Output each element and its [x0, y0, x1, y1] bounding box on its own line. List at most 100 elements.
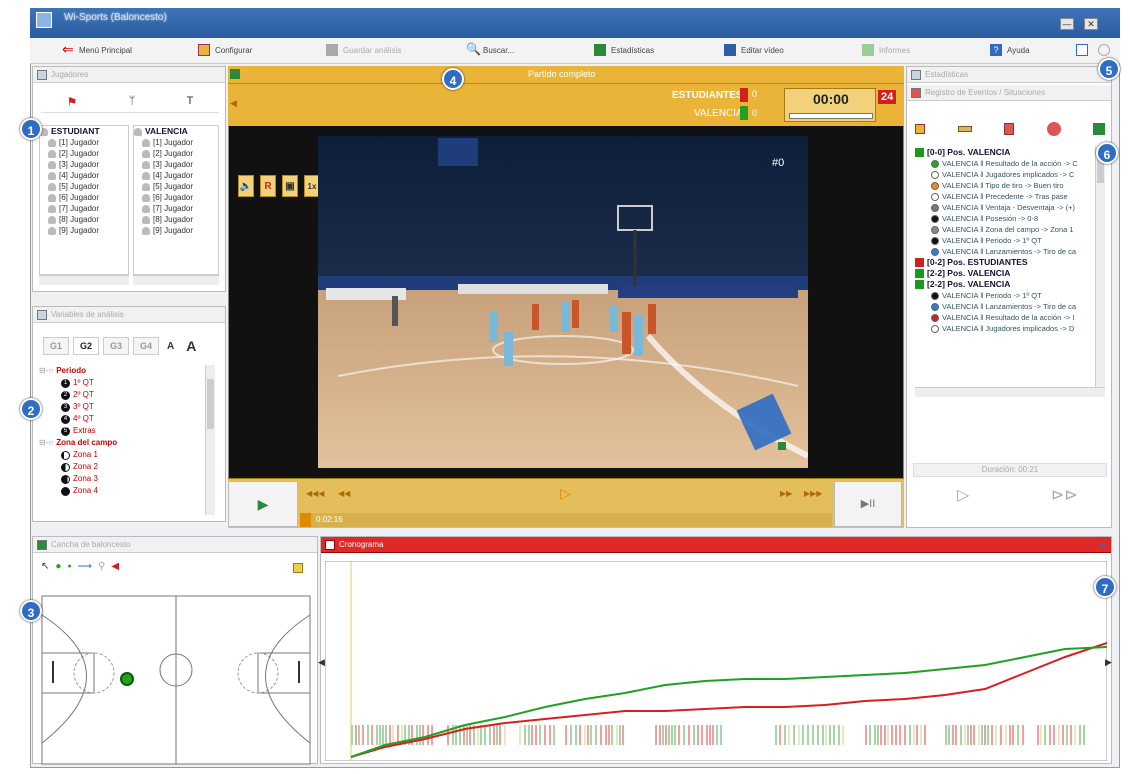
event-item[interactable]: VALENCIA ‖ Lanzamientos -> Tiro de ca: [915, 246, 1093, 257]
tree-icon[interactable]: ᛘ: [129, 95, 136, 112]
event-delete-icon[interactable]: [1004, 123, 1014, 135]
player-item[interactable]: [2] Jugador: [134, 148, 218, 159]
player-item[interactable]: [1] Jugador: [134, 137, 218, 148]
pointer-icon[interactable]: ↖: [41, 561, 49, 572]
event-group[interactable]: [0-0] Pos. VALENCIA: [915, 147, 1093, 158]
player-item[interactable]: [3] Jugador: [40, 159, 128, 170]
arrow-right-icon[interactable]: ⟶: [78, 561, 92, 572]
event-item[interactable]: VALENCIA ‖ Resultado de la acción -> C: [915, 158, 1093, 169]
menu-edit-video[interactable]: Editar vídeo: [724, 44, 784, 56]
event-item[interactable]: VALENCIA ‖ Jugadores implicados -> D: [915, 323, 1093, 334]
vertical-scrollbar[interactable]: [205, 365, 215, 515]
horizontal-scrollbar[interactable]: [915, 387, 1105, 397]
player-item[interactable]: [4] Jugador: [40, 170, 128, 181]
timeline-slider[interactable]: 0:02:16: [300, 513, 832, 527]
rewind-button[interactable]: ◀◀: [338, 489, 350, 498]
group-periodo[interactable]: ⊟-○ Periodo: [39, 365, 203, 377]
variable-item[interactable]: 3 3º QT: [39, 401, 203, 413]
team-name[interactable]: ESTUDIANT: [40, 126, 128, 137]
player-icon[interactable]: ⚲: [98, 561, 105, 572]
player-item[interactable]: [8] Jugador: [40, 214, 128, 225]
court-color-icon[interactable]: [293, 563, 303, 573]
event-item[interactable]: VALENCIA ‖ Ventaja - Desventaja -> (+): [915, 202, 1093, 213]
event-list-icon[interactable]: [957, 126, 972, 132]
green-small-dot-icon[interactable]: ●: [67, 563, 71, 570]
team-name[interactable]: VALENCIA: [134, 126, 218, 137]
play-marker-icon[interactable]: ▷: [560, 485, 571, 502]
video-frame[interactable]: #0: [318, 136, 808, 468]
player-item[interactable]: [5] Jugador: [40, 181, 128, 192]
variable-item[interactable]: 5 Extras: [39, 425, 203, 437]
power-icon[interactable]: [1098, 44, 1110, 56]
tab-g1[interactable]: G1: [43, 337, 69, 355]
player-item[interactable]: [6] Jugador: [134, 192, 218, 203]
event-filter-icon[interactable]: [915, 124, 925, 134]
font-small-button[interactable]: A: [167, 341, 174, 352]
tree-alt-icon[interactable]: T: [187, 95, 194, 112]
player-item[interactable]: [9] Jugador: [40, 225, 128, 236]
variable-item[interactable]: Zona 4: [39, 485, 203, 497]
group-zona[interactable]: ⊟-○ Zona del campo: [39, 437, 203, 449]
event-stop-icon[interactable]: [1046, 122, 1061, 136]
menu-config[interactable]: Configurar: [198, 44, 252, 56]
variable-item[interactable]: Zona 3: [39, 473, 203, 485]
rewind-fast-button[interactable]: ◀◀◀: [306, 489, 324, 498]
basketball-court[interactable]: [41, 595, 311, 765]
minimize-button[interactable]: —: [1060, 18, 1074, 30]
forward-button[interactable]: ▶▶: [780, 489, 792, 498]
collapse-icon[interactable]: ▼: [1098, 540, 1107, 550]
player-item[interactable]: [9] Jugador: [134, 225, 218, 236]
horizontal-scrollbar[interactable]: [39, 275, 129, 285]
variable-item[interactable]: Zona 1: [39, 449, 203, 461]
event-group[interactable]: [2-2] Pos. VALENCIA: [915, 279, 1093, 290]
flag-icon[interactable]: ⚑: [67, 95, 78, 112]
event-item[interactable]: VALENCIA ‖ Zona del campo -> Zona 1: [915, 224, 1093, 235]
event-export-icon[interactable]: [1093, 123, 1105, 135]
layout-icon[interactable]: [1076, 44, 1088, 56]
event-item[interactable]: VALENCIA ‖ Periodo -> 1º QT: [915, 235, 1093, 246]
event-play-icon[interactable]: ▷: [957, 485, 969, 505]
chronogram-chart[interactable]: [325, 561, 1107, 761]
player-item[interactable]: [5] Jugador: [134, 181, 218, 192]
vertical-scrollbar[interactable]: [1095, 147, 1105, 387]
play-button[interactable]: ▶: [228, 481, 298, 527]
record-button[interactable]: R: [260, 175, 276, 197]
tab-g2[interactable]: G2: [73, 337, 99, 355]
event-item[interactable]: VALENCIA ‖ Periodo -> 1º QT: [915, 290, 1093, 301]
variable-item[interactable]: Zona 2: [39, 461, 203, 473]
flag-icon[interactable]: ◀: [111, 561, 119, 572]
menu-search[interactable]: 🔍 Buscar...: [466, 43, 514, 56]
volume-icon[interactable]: 🔈: [238, 175, 254, 197]
chronogram-left-arrow[interactable]: ◀: [318, 657, 325, 668]
player-item[interactable]: [6] Jugador: [40, 192, 128, 203]
tab-g3[interactable]: G3: [103, 337, 129, 355]
variable-item[interactable]: 1 1º QT: [39, 377, 203, 389]
event-item[interactable]: VALENCIA ‖ Jugadores implicados -> C: [915, 169, 1093, 180]
font-large-button[interactable]: A: [186, 338, 196, 354]
forward-fast-button[interactable]: ▶▶▶: [804, 489, 822, 498]
event-item[interactable]: VALENCIA ‖ Posesión -> 0-8: [915, 213, 1093, 224]
variable-item[interactable]: 4 4º QT: [39, 413, 203, 425]
menu-save[interactable]: Guardar análisis: [326, 44, 401, 56]
close-button[interactable]: ✕: [1084, 18, 1098, 30]
player-item[interactable]: [1] Jugador: [40, 137, 128, 148]
capture-icon[interactable]: ▣: [282, 175, 298, 197]
green-dot-icon[interactable]: ●: [55, 561, 61, 572]
step-button[interactable]: ▶II: [834, 481, 902, 527]
event-next-icon[interactable]: ⊳⊳: [1051, 485, 1078, 505]
player-item[interactable]: [7] Jugador: [134, 203, 218, 214]
chronogram-right-arrow[interactable]: ▶: [1105, 657, 1112, 668]
player-item[interactable]: [3] Jugador: [134, 159, 218, 170]
menu-reports[interactable]: Informes: [862, 44, 910, 56]
event-group[interactable]: [0-2] Pos. ESTUDIANTES: [915, 257, 1093, 268]
event-item[interactable]: VALENCIA ‖ Lanzamientos -> Tiro de ca: [915, 301, 1093, 312]
menu-main[interactable]: ⇐ Menú Principal: [62, 42, 132, 56]
player-item[interactable]: [7] Jugador: [40, 203, 128, 214]
event-item[interactable]: VALENCIA ‖ Precedente -> Tras pase: [915, 191, 1093, 202]
toolbar-left-arrow[interactable]: ◀: [230, 98, 237, 109]
event-group[interactable]: [2-2] Pos. VALENCIA: [915, 268, 1093, 279]
horizontal-scrollbar[interactable]: [133, 275, 219, 285]
variable-item[interactable]: 2 2º QT: [39, 389, 203, 401]
menu-stats[interactable]: Estadísticas: [594, 44, 654, 56]
menu-help[interactable]: ? Ayuda: [990, 44, 1030, 56]
